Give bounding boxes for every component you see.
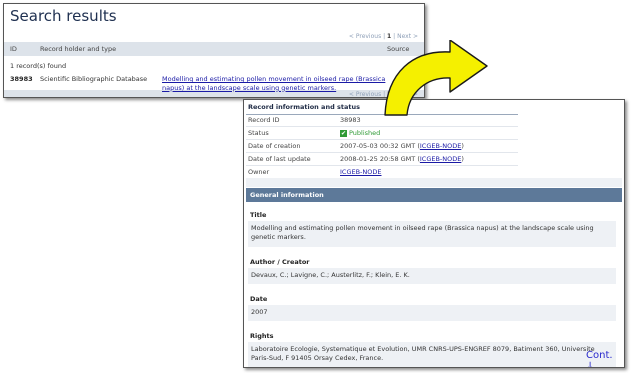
- update-date-row: Date of last update 2008-01-25 20:58 GMT…: [246, 153, 518, 166]
- creation-date-row: Date of creation 2007-05-03 00:32 GMT (I…: [246, 140, 518, 153]
- field-value-rights: Laboratoire Ecologie, Systematique et Ev…: [248, 342, 616, 367]
- check-icon: ✔: [340, 129, 347, 137]
- update-date-text: 2008-01-25 20:58 GMT (: [340, 155, 420, 163]
- creation-date-value: 2007-05-03 00:32 GMT (ICGEB-NODE): [340, 142, 464, 150]
- result-type: Scientific Bibliographic Database: [40, 75, 148, 83]
- update-node-link[interactable]: ICGEB-NODE: [420, 155, 462, 163]
- pager-page[interactable]: 1: [387, 33, 391, 40]
- field-label-author: Author / Creator: [250, 258, 310, 266]
- record-id-label: Record ID: [248, 116, 280, 124]
- record-detail-panel: Record information and status Record ID …: [243, 99, 625, 368]
- update-date-suffix: ): [461, 155, 464, 163]
- pager-next[interactable]: Next >: [397, 33, 418, 40]
- results-table-header: ID Record holder and type Source: [4, 42, 424, 56]
- column-header-id[interactable]: ID: [10, 45, 17, 53]
- status-value: ✔ Published: [340, 129, 380, 137]
- result-title-link[interactable]: Modelling and estimating pollen movement…: [162, 75, 390, 92]
- continue-label: Cont.: [586, 350, 613, 361]
- record-info-title: Record information and status: [248, 103, 360, 111]
- owner-label: Owner: [248, 168, 270, 176]
- column-header-holder[interactable]: Record holder and type: [40, 45, 116, 53]
- owner-value: ICGEB-NODE: [340, 168, 382, 176]
- page-title: Search results: [10, 7, 117, 25]
- general-info-header: General information: [246, 188, 622, 202]
- field-label-title: Title: [250, 211, 267, 219]
- creation-date-text: 2007-05-03 00:32 GMT (: [340, 142, 420, 150]
- field-value-date: 2007: [248, 305, 616, 321]
- results-count: 1 record(s) found: [10, 62, 67, 70]
- update-date-label: Date of last update: [248, 155, 311, 163]
- pager-top: < Previous | 1 | Next >: [348, 33, 418, 40]
- status-row: Status ✔ Published: [246, 127, 518, 140]
- creation-date-label: Date of creation: [248, 142, 301, 150]
- creation-date-suffix: ): [461, 142, 464, 150]
- owner-link[interactable]: ICGEB-NODE: [340, 168, 382, 176]
- field-label-rights: Rights: [250, 332, 274, 340]
- result-id: 38983: [10, 75, 33, 83]
- search-results-panel: Search results < Previous | 1 | Next > I…: [3, 3, 425, 98]
- status-label: Status: [248, 129, 269, 137]
- arrow-down-icon: ↓: [586, 361, 595, 368]
- field-value-title: Modelling and estimating pollen movement…: [248, 221, 616, 247]
- general-info-title: General information: [250, 191, 324, 199]
- record-id-value: 38983: [340, 116, 361, 124]
- section-separator: [246, 178, 622, 187]
- field-value-author: Devaux, C.; Lavigne, C.; Austerlitz, F.;…: [248, 268, 616, 284]
- creation-node-link[interactable]: ICGEB-NODE: [420, 142, 462, 150]
- update-date-value: 2008-01-25 20:58 GMT (ICGEB-NODE): [340, 155, 464, 163]
- field-label-date: Date: [250, 295, 268, 303]
- status-badge: Published: [349, 129, 381, 137]
- curved-arrow-icon: [384, 40, 488, 116]
- continue-indicator: Cont. ↓: [586, 350, 624, 368]
- pager-previous[interactable]: < Previous: [349, 33, 381, 40]
